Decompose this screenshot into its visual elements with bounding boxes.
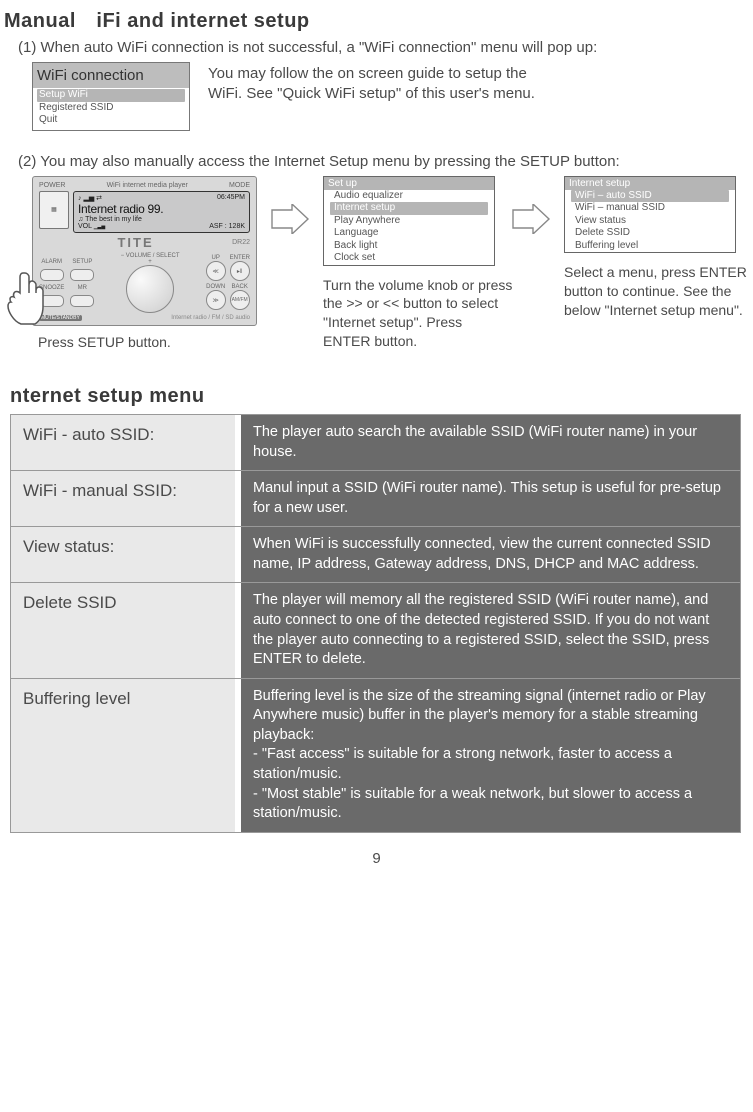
setup-menu-item: Language (324, 227, 494, 240)
setup-menu: Set up Audio equalizer Internet setup Pl… (323, 176, 495, 266)
wifi-connection-menu: WiFi connection Setup WiFi Registered SS… (32, 62, 190, 131)
internet-menu-item: Delete SSID (565, 227, 735, 240)
wifi-conn-item-quit: Quit (39, 114, 57, 125)
section-title: nternet setup menu (10, 385, 743, 408)
step2-text: (2) You may also manually access the Int… (18, 153, 743, 170)
header-label: WiFi internet media player (107, 182, 188, 189)
internet-menu-item: WiFi – manual SSID (565, 202, 735, 215)
internet-menu-item: Buffering level (565, 240, 735, 253)
table-desc: Buffering level is the size of the strea… (241, 679, 740, 832)
down-button: ≫ (206, 290, 226, 310)
table-row: WiFi - auto SSID: The player auto search… (11, 415, 740, 470)
table-label: Buffering level (11, 679, 241, 832)
up-button: ≪ (206, 261, 226, 281)
setup-button (70, 269, 94, 281)
press-setup-caption: Press SETUP button. (38, 334, 257, 350)
arrow-icon (506, 176, 556, 234)
internet-setup-table: WiFi - auto SSID: The player auto search… (10, 414, 741, 833)
wifi-conn-item-setup: Setup WiFi (37, 89, 185, 102)
mode-label: MODE (229, 182, 250, 189)
table-row: View status: When WiFi is successfully c… (11, 526, 740, 582)
mr-button (70, 295, 94, 307)
device-illustration: POWER WiFi internet media player MODE ▦ … (32, 176, 257, 350)
internet-menu-header: Internet setup (565, 177, 735, 190)
page-title: Manual iFi and internet setup (4, 10, 743, 33)
internet-menu-item: View status (565, 215, 735, 228)
page-number: 9 (372, 850, 380, 867)
setup-menu-item-highlighted: Internet setup (330, 202, 488, 215)
wifi-conn-item-registered: Registered SSID (39, 102, 113, 113)
power-label: POWER (39, 182, 65, 189)
volume-knob (126, 265, 174, 313)
device-model: DR22 (232, 239, 250, 246)
table-label: WiFi - auto SSID: (11, 415, 241, 470)
internet-menu-caption: Select a menu, press ENTER button to con… (564, 263, 753, 320)
setup-menu-item: Back light (324, 240, 494, 253)
setup-menu-item: Play Anywhere (324, 215, 494, 228)
wifi-connection-title: WiFi connection (33, 63, 189, 88)
setup-menu-caption: Turn the volume knob or press the >> or … (323, 276, 513, 352)
device-screen: ♪ ▂▅ ⇄ 06:45PM Internet radio 99. ♫ The … (73, 191, 250, 233)
guide-text: You may follow the on screen guide to se… (208, 64, 535, 105)
internet-setup-menu: Internet setup WiFi – auto SSID WiFi – m… (564, 176, 736, 254)
setup-menu-item: Clock set (324, 252, 494, 265)
table-desc: When WiFi is successfully connected, vie… (241, 527, 740, 582)
back-button: AM/FM (230, 290, 250, 310)
play-anywhere-icon: ▦ (39, 191, 69, 229)
setup-menu-item: Audio equalizer (324, 190, 494, 203)
table-label: Delete SSID (11, 583, 241, 677)
setup-menu-header: Set up (324, 177, 494, 190)
table-desc: The player auto search the available SSI… (241, 415, 740, 470)
table-row: Delete SSID The player will memory all t… (11, 582, 740, 677)
arrow-icon (265, 176, 315, 234)
table-row: WiFi - manual SSID: Manul input a SSID (… (11, 470, 740, 526)
device-brand: TITE (39, 235, 232, 250)
table-desc: Manul input a SSID (WiFi router name). T… (241, 471, 740, 526)
step1-text: (1) When auto WiFi connection is not suc… (18, 39, 743, 56)
pointing-hand-icon (5, 271, 49, 327)
table-label: View status: (11, 527, 241, 582)
table-label: WiFi - manual SSID: (11, 471, 241, 526)
table-row: Buffering level Buffering level is the s… (11, 678, 740, 832)
enter-button: ▸ǁ (230, 261, 250, 281)
internet-menu-item-highlighted: WiFi – auto SSID (571, 190, 729, 203)
table-desc: The player will memory all the registere… (241, 583, 740, 677)
